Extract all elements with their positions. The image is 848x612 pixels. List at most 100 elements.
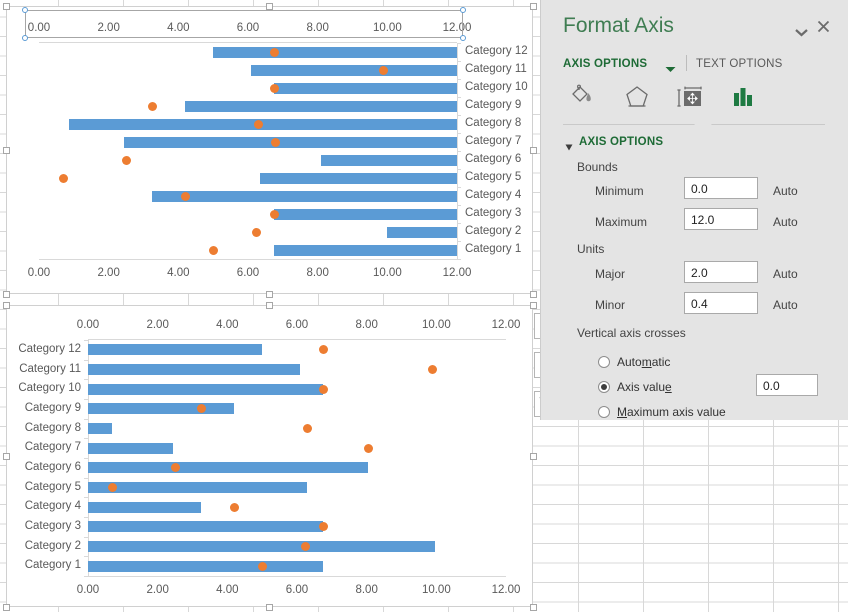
bar-category-10[interactable]: [88, 383, 324, 395]
marker-category-11[interactable]: [379, 65, 389, 75]
category-label[interactable]: Category 11: [12, 363, 81, 375]
category-label[interactable]: Category 9: [465, 99, 521, 111]
chart-top[interactable]: 0.00 0.00 2.00 2.00 4.00 4.00 6.00 6.00 8.00 8.00…: [6, 6, 533, 294]
chart-top-handle-bottom-center[interactable]: [266, 290, 273, 298]
plot-area-top[interactable]: 0.00 0.00 2.00 2.00 4.00 4.00 6.00 6.00 8.00 8.00…: [28, 22, 528, 279]
category-label[interactable]: Category 6: [465, 153, 521, 165]
fill-and-line-icon-button[interactable]: [563, 78, 605, 118]
category-label[interactable]: Category 8: [465, 117, 521, 129]
minor-unit-auto-button[interactable]: Auto: [773, 298, 798, 312]
tab-axis-options[interactable]: AXIS OPTIONS: [563, 58, 647, 70]
marker-category-3[interactable]: [269, 209, 279, 219]
marker-category-5[interactable]: [58, 173, 68, 183]
bar-category-11[interactable]: [251, 64, 457, 76]
selection-handle-bottom-right[interactable]: [460, 35, 466, 41]
category-label[interactable]: Category 8: [12, 422, 81, 434]
radio-automatic-label[interactable]: Automatic: [617, 355, 670, 369]
bar-category-7[interactable]: [88, 442, 174, 454]
selection-handle-top-left[interactable]: [22, 7, 28, 13]
category-label[interactable]: Category 7: [12, 441, 81, 453]
axis-options-icon-button[interactable]: [722, 78, 764, 118]
category-label[interactable]: Category 10: [12, 382, 81, 394]
chart-bottom-handle-middle-left[interactable]: [2, 452, 10, 460]
marker-category-2[interactable]: [252, 227, 262, 237]
minimum-input[interactable]: 0.0: [684, 177, 758, 199]
category-label[interactable]: Category 4: [12, 500, 81, 512]
major-unit-auto-button[interactable]: Auto: [773, 267, 798, 281]
bar-category-6[interactable]: [88, 462, 369, 474]
marker-category-11[interactable]: [428, 365, 438, 374]
radio-automatic[interactable]: [598, 356, 610, 368]
category-label[interactable]: Category 2: [12, 540, 81, 552]
marker-category-1[interactable]: [208, 245, 218, 255]
category-label[interactable]: Category 12: [465, 45, 528, 57]
radio-maximum-axis-value[interactable]: [598, 406, 610, 418]
category-label[interactable]: Category 12: [12, 343, 81, 355]
selection-handle-top-right[interactable]: [460, 7, 466, 13]
category-label[interactable]: Category 9: [12, 402, 81, 414]
major-unit-input[interactable]: 2.0: [684, 261, 758, 283]
chart-bottom-handle-bottom-center[interactable]: [266, 603, 273, 611]
chart-bottom-handle-top-center[interactable]: [266, 301, 273, 309]
value-axis-line-bottom[interactable]: [88, 576, 506, 577]
marker-category-4[interactable]: [229, 502, 239, 512]
maximum-input[interactable]: 12.0: [684, 208, 758, 230]
category-label[interactable]: Category 5: [465, 171, 521, 183]
bar-category-2[interactable]: [387, 226, 457, 238]
marker-category-6[interactable]: [121, 155, 131, 165]
marker-category-5[interactable]: [107, 483, 117, 492]
marker-category-12[interactable]: [318, 345, 328, 355]
pane-collapse-button[interactable]: [795, 24, 808, 42]
bar-category-1[interactable]: [88, 560, 324, 572]
value-axis-line-top[interactable]: [88, 339, 506, 340]
marker-category-9[interactable]: [147, 101, 157, 111]
category-label[interactable]: Category 1: [12, 559, 81, 571]
bar-category-9[interactable]: [185, 100, 457, 112]
category-label[interactable]: Category 10: [465, 81, 528, 93]
marker-category-8[interactable]: [302, 424, 312, 433]
chart-bottom-handle-middle-right[interactable]: [529, 452, 537, 460]
value-axis-line-bottom[interactable]: [39, 259, 457, 260]
chart-top-handle-top-left[interactable]: [2, 2, 10, 10]
marker-category-4[interactable]: [180, 191, 190, 201]
marker-category-7[interactable]: [363, 443, 373, 453]
pane-close-button[interactable]: [817, 20, 830, 35]
axis-value-input[interactable]: 0.0: [756, 374, 818, 396]
bar-category-3[interactable]: [88, 521, 324, 533]
marker-category-10[interactable]: [269, 83, 279, 93]
bar-category-5[interactable]: [88, 482, 308, 493]
bar-category-8[interactable]: [88, 423, 113, 434]
selected-horizontal-axis[interactable]: [22, 7, 466, 41]
chart-bottom-handle-bottom-left[interactable]: [2, 603, 10, 611]
category-label[interactable]: Category 3: [465, 207, 521, 219]
radio-axis-value-label[interactable]: Axis value: [617, 380, 672, 394]
bar-category-4[interactable]: [152, 190, 457, 202]
category-label[interactable]: Category 3: [12, 520, 81, 532]
category-label[interactable]: Category 1: [465, 243, 521, 255]
radio-maximum-axis-value-label[interactable]: Maximum axis value: [617, 405, 726, 419]
bar-category-11[interactable]: [88, 364, 301, 375]
axis-options-section-caret[interactable]: [565, 139, 574, 157]
minor-unit-input[interactable]: 0.4: [684, 292, 758, 314]
chart-top-handle-bottom-right[interactable]: [529, 290, 537, 298]
bar-category-10[interactable]: [274, 82, 457, 94]
marker-category-9[interactable]: [196, 404, 206, 414]
tab-axis-options-caret[interactable]: [665, 60, 676, 78]
bar-category-9[interactable]: [88, 403, 235, 415]
chart-bottom-handle-bottom-right[interactable]: [529, 603, 537, 611]
radio-axis-value[interactable]: [598, 381, 610, 393]
bar-category-5[interactable]: [260, 172, 457, 184]
marker-category-3[interactable]: [318, 522, 328, 532]
bar-category-1[interactable]: [274, 244, 457, 256]
bar-category-7[interactable]: [124, 136, 457, 148]
category-label[interactable]: Category 2: [465, 225, 521, 237]
chart-top-handle-top-center[interactable]: [266, 2, 273, 10]
marker-category-1[interactable]: [257, 561, 267, 571]
chart-top-handle-middle-left[interactable]: [2, 146, 10, 154]
chart-top-handle-top-right[interactable]: [529, 2, 537, 10]
bar-category-12[interactable]: [213, 46, 457, 58]
tab-text-options[interactable]: TEXT OPTIONS: [696, 58, 783, 70]
bar-category-3[interactable]: [274, 208, 457, 220]
chart-bottom-handle-top-right[interactable]: [529, 301, 537, 309]
chart-bottom[interactable]: 0.00 0.00 2.00 2.00 4.00 4.00 6.00 6.00 8.00 8.00…: [6, 305, 533, 607]
